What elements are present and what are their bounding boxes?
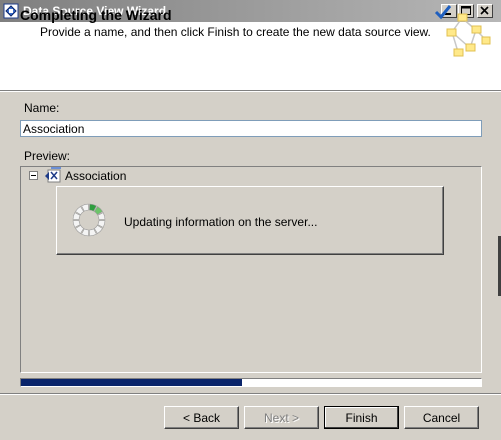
tree-collapse-icon[interactable]: [29, 171, 38, 180]
finish-button[interactable]: Finish: [324, 406, 399, 429]
data-source-view-icon: [45, 167, 61, 183]
progress-bar-fill: [21, 379, 242, 386]
name-label: Name:: [24, 101, 60, 115]
preview-label: Preview:: [24, 149, 71, 163]
footer-divider-highlight: [0, 394, 501, 395]
page-title: Completing the Wizard: [20, 7, 172, 23]
data-source-view-icon: [434, 5, 491, 57]
page-subtitle: Provide a name, and then click Finish to…: [40, 25, 431, 39]
back-button[interactable]: < Back: [164, 406, 239, 429]
progress-message: Updating information on the server...: [124, 215, 318, 229]
cancel-button[interactable]: Cancel: [404, 406, 479, 429]
name-field[interactable]: [20, 120, 482, 137]
tree-item-label[interactable]: Association: [65, 169, 126, 183]
header-divider-highlight: [0, 91, 501, 92]
cube-icon: [3, 3, 19, 19]
spinner-icon: [72, 203, 106, 237]
next-button[interactable]: Next >: [244, 406, 319, 429]
